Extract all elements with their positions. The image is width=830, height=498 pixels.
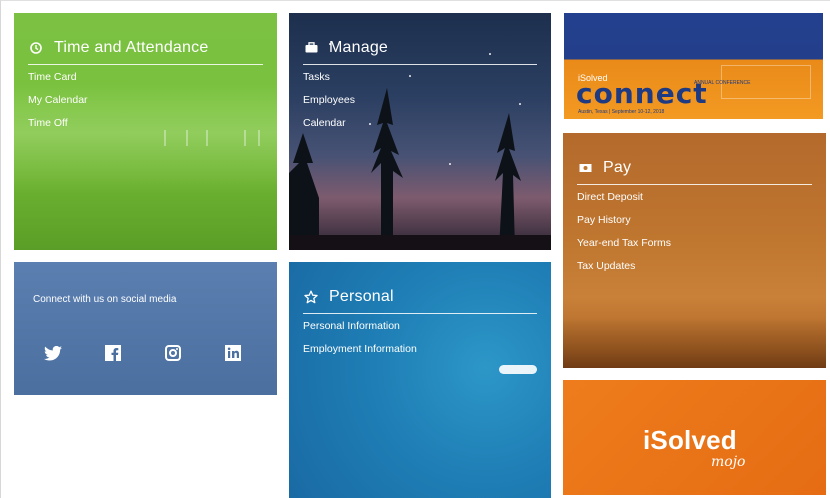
- briefcase-icon: [303, 40, 319, 56]
- personal-tile: Personal Personal Information Employment…: [289, 262, 551, 498]
- personal-links: Personal Information Employment Informat…: [303, 319, 417, 356]
- grass-silhouette: [563, 318, 826, 368]
- link-tax-updates[interactable]: Tax Updates: [577, 259, 671, 273]
- fence-post: [244, 130, 246, 146]
- link-year-end-tax-forms[interactable]: Year-end Tax Forms: [577, 236, 671, 250]
- pay-tile: Pay Direct Deposit Pay History Year-end …: [563, 133, 826, 368]
- link-time-off[interactable]: Time Off: [28, 116, 88, 130]
- instagram-icon[interactable]: [164, 344, 182, 362]
- social-icons: [44, 344, 242, 362]
- link-time-card[interactable]: Time Card: [28, 70, 88, 84]
- fence-post: [206, 130, 208, 146]
- personal-header[interactable]: Personal: [303, 280, 537, 314]
- mojo-logo: iSolved: [643, 425, 737, 455]
- money-icon: [577, 160, 593, 176]
- isolved-mojo-banner[interactable]: iSolved mojo: [563, 380, 826, 495]
- manage-tile: Manage Tasks Employees Calendar: [289, 13, 551, 250]
- connect-dateline: Austin, Texas | September 10-12, 2018: [578, 109, 665, 115]
- link-personal-information[interactable]: Personal Information: [303, 319, 417, 333]
- link-tasks[interactable]: Tasks: [303, 70, 355, 84]
- isolved-connect-banner[interactable]: iSolved connect ANNUAL CONFERENCE Austin…: [564, 13, 823, 119]
- pay-header[interactable]: Pay: [577, 151, 812, 185]
- swimmer-shape: [499, 365, 537, 374]
- link-my-calendar[interactable]: My Calendar: [28, 93, 88, 107]
- social-label: Connect with us on social media: [33, 294, 177, 305]
- time-attendance-tile: Time and Attendance Time Card My Calenda…: [14, 13, 277, 250]
- connect-brand-big: connect: [576, 77, 708, 110]
- pay-links: Direct Deposit Pay History Year-end Tax …: [577, 190, 671, 273]
- link-calendar[interactable]: Calendar: [303, 116, 355, 130]
- clock-icon: [28, 40, 44, 56]
- time-attendance-links: Time Card My Calendar Time Off: [28, 70, 88, 130]
- fence-post: [164, 130, 166, 146]
- connect-subline: ANNUAL CONFERENCE: [694, 80, 751, 86]
- manage-title: Manage: [329, 38, 389, 56]
- time-attendance-header[interactable]: Time and Attendance: [28, 31, 263, 65]
- pay-title: Pay: [603, 158, 632, 176]
- time-attendance-title: Time and Attendance: [54, 38, 209, 56]
- facebook-icon[interactable]: [104, 344, 122, 362]
- link-direct-deposit[interactable]: Direct Deposit: [577, 190, 671, 204]
- linkedin-icon[interactable]: [224, 344, 242, 362]
- social-media-tile: Connect with us on social media: [14, 262, 277, 395]
- manage-links: Tasks Employees Calendar: [303, 70, 355, 130]
- link-employment-information[interactable]: Employment Information: [303, 342, 417, 356]
- twitter-icon[interactable]: [44, 344, 62, 362]
- fence-post: [186, 130, 188, 146]
- star-icon: [303, 289, 319, 305]
- fence-post: [258, 130, 260, 146]
- link-employees[interactable]: Employees: [303, 93, 355, 107]
- mojo-script: mojo: [711, 454, 746, 470]
- personal-title: Personal: [329, 287, 394, 305]
- manage-header[interactable]: Manage: [303, 31, 537, 65]
- link-pay-history[interactable]: Pay History: [577, 213, 671, 227]
